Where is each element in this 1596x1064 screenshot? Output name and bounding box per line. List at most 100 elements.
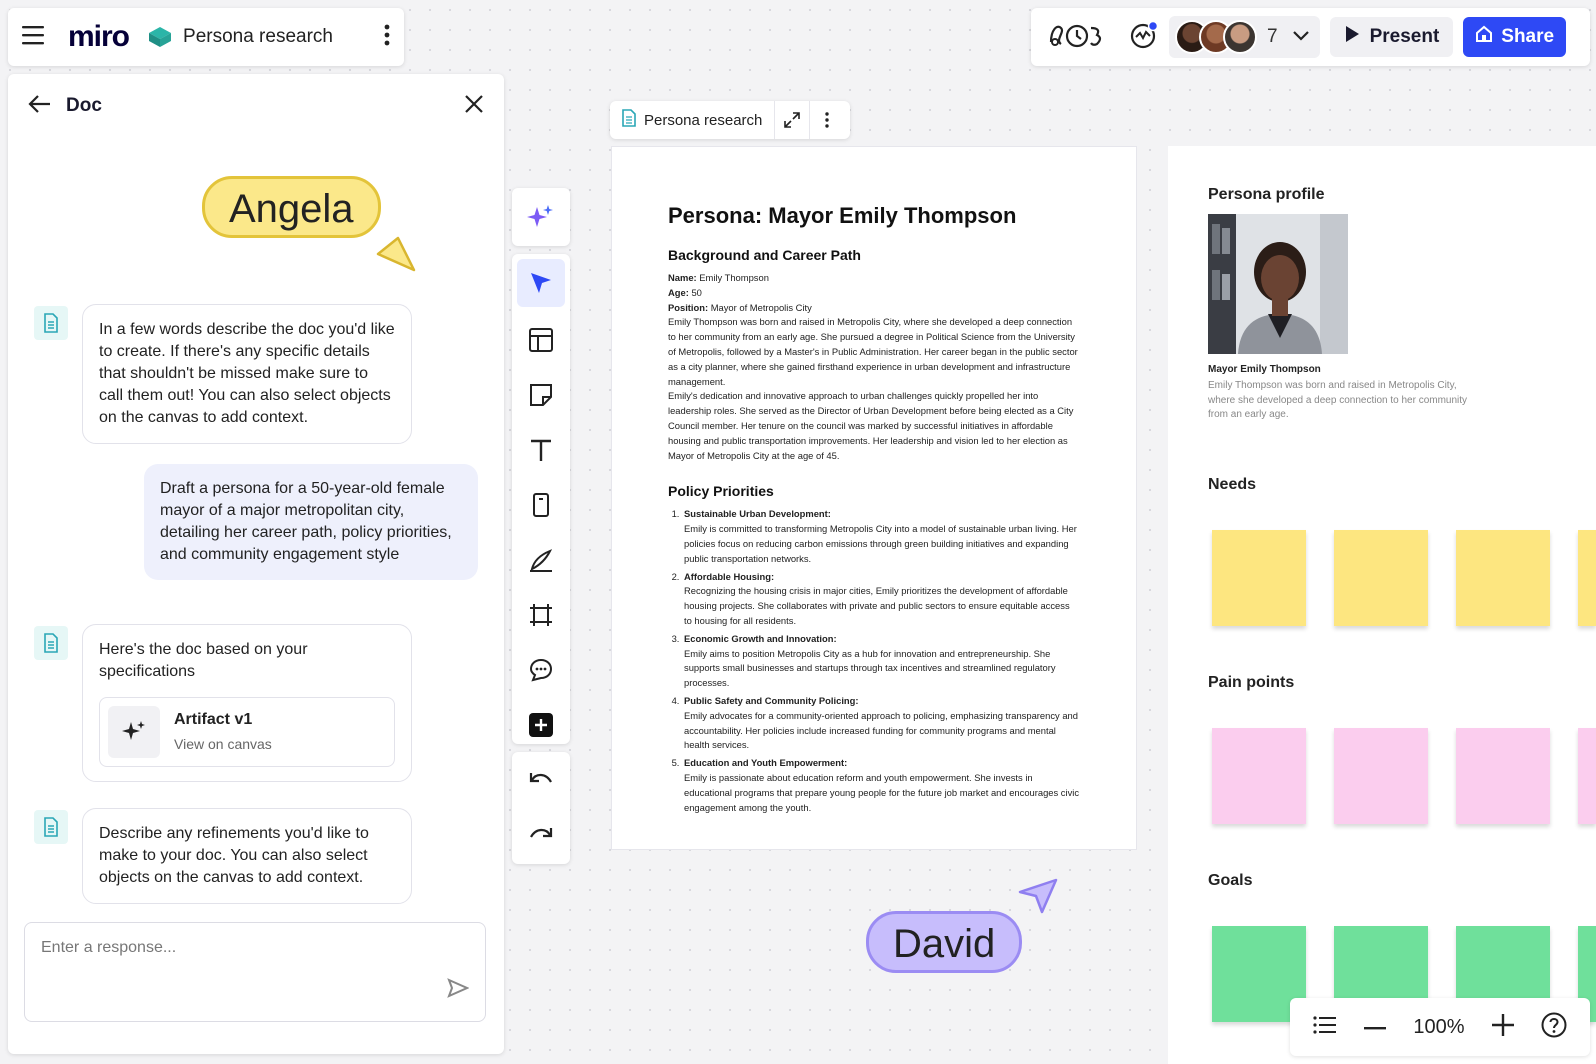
close-icon[interactable] [464,94,484,119]
doc-object-name: Persona research [644,111,763,129]
policy-title: Education and Youth Empowerment: [684,757,848,769]
sticky-note-pain[interactable] [1212,728,1306,824]
activity-chat-icon[interactable] [1129,20,1159,55]
collaborators-list[interactable]: 7 [1169,16,1320,58]
response-input[interactable] [41,939,441,957]
doc-panel-header: Doc [28,90,484,122]
back-arrow-icon[interactable] [28,94,52,119]
doc-field-label: Age: [668,286,689,298]
doc-ai-icon [34,626,68,660]
doc-field-age: Age: 50 [668,286,1080,301]
policy-title: Sustainable Urban Development: [684,508,831,520]
history-tool-group [512,752,570,864]
ai-message: Describe any refinements you'd like to m… [82,808,412,904]
doc-object-header[interactable]: Persona research [610,101,850,139]
main-tool-group [512,254,570,744]
undo-icon[interactable] [512,752,570,807]
expand-icon[interactable] [775,112,809,128]
select-tool[interactable] [512,254,570,312]
doc-field-label: Name: [668,272,697,283]
artifact-title: Artifact v1 [174,711,253,728]
ai-message: Here's the doc based on your specificati… [82,624,412,782]
policy-title: Economic Growth and Innovation: [684,632,837,644]
section-title: Needs [1208,476,1257,493]
doc-section-heading: Background and Career Path [668,247,861,263]
policy-text: Emily advocates for a community-oriented… [684,709,1078,751]
section-title: Goals [1208,872,1253,889]
redo-icon[interactable] [512,807,570,862]
sticky-note-needs[interactable] [1456,530,1550,626]
menu-icon[interactable] [22,25,46,50]
miro-logo: miro [68,20,130,53]
avatar [1223,20,1257,54]
persona-photo[interactable] [1208,214,1348,354]
doc-paragraph: Emily Thompson was born and raised in Me… [668,316,1078,387]
persona-board: Persona profile Mayor Emily Thompson Emi… [1168,146,1596,1064]
doc-field-name: Name: Emily Thompson [668,271,1080,286]
list-icon[interactable] [1313,1015,1337,1040]
policy-item: Education and Youth Empowerment: Emily is… [682,756,1080,815]
help-icon[interactable] [1541,1012,1567,1043]
more-vertical-icon[interactable] [810,112,844,128]
zoom-level[interactable]: 100% [1413,1016,1464,1039]
share-house-icon [1475,25,1493,49]
text-tool[interactable] [512,422,570,477]
policy-item: Public Safety and Community Policing: Emi… [682,694,1080,753]
response-field[interactable] [24,922,486,1022]
policy-title: Affordable Housing: [684,570,775,582]
cursor-arrow-icon [374,234,418,279]
profile-caption-title: Mayor Emily Thompson [1208,364,1321,375]
ai-message-text: Here's the doc based on your specificati… [99,641,308,680]
sticky-note-pain[interactable] [1334,728,1428,824]
sticky-note-needs[interactable] [1212,530,1306,626]
persona-document[interactable]: Persona: Mayor Emily Thompson Background… [611,146,1137,850]
sticky-note-tool[interactable] [512,367,570,422]
present-label: Present [1369,26,1440,47]
doc-paragraph: Emily's dedication and innovative approa… [668,390,1074,461]
sticky-note-pain[interactable] [1578,728,1596,824]
cursor-arrow-icon [1016,876,1060,921]
board-name[interactable]: Persona research [183,26,333,48]
sticky-note-pain[interactable] [1456,728,1550,824]
card-tool[interactable] [512,477,570,532]
zoom-controls: 100% [1290,998,1590,1056]
doc-field-value: Mayor of Metropolis City [710,301,812,313]
sticky-note-needs[interactable] [1578,530,1596,626]
doc-field-label: Position: [668,301,709,313]
section-title: Pain points [1208,674,1295,691]
policy-text: Emily is passionate about education refo… [684,771,1080,813]
doc-panel-title: Doc [66,95,102,116]
zoom-in-icon[interactable] [1491,1013,1514,1041]
send-icon[interactable] [447,978,470,1003]
present-button[interactable]: Present [1329,17,1454,57]
comment-tool[interactable] [512,642,570,697]
artifact-card[interactable]: Artifact v1 View on canvas [99,697,395,767]
doc-ai-icon [34,810,68,844]
policy-item: Economic Growth and Innovation: Emily aim… [682,632,1080,691]
zoom-out-icon[interactable] [1364,1018,1387,1036]
doc-icon [622,108,636,132]
ai-message-text: Describe any refinements you'd like to m… [99,825,369,886]
section-title: Persona profile [1208,186,1325,203]
share-button[interactable]: Share [1463,17,1567,57]
collaborator-count: 7 [1267,26,1278,47]
artifact-subtitle[interactable]: View on canvas [174,733,272,755]
user-message: Draft a persona for a 50-year-old female… [144,464,478,580]
pen-tool[interactable] [512,532,570,587]
sticky-note-needs[interactable] [1334,530,1428,626]
policy-text: Recognizing the housing crisis in major … [684,585,1070,626]
frame-tool[interactable] [512,587,570,642]
policy-item: Affordable Housing: Recognizing the housi… [682,570,1080,629]
board-more-icon[interactable] [384,24,390,51]
policy-text: Emily is committed to transforming Metro… [684,523,1077,564]
templates-tool[interactable] [512,312,570,367]
share-label: Share [1501,26,1555,47]
cursor-label-angela: Angela [202,176,381,238]
profile-caption-text: Emily Thompson was born and raised in Me… [1208,380,1468,420]
policy-item: Sustainable Urban Development: Emily is c… [682,507,1080,566]
reactions-timer-icon[interactable] [1047,20,1105,55]
ai-sparkle-tool[interactable] [512,188,570,246]
more-tools-button[interactable] [512,697,570,752]
creation-toolbar [512,188,570,878]
chevron-down-icon[interactable] [1292,28,1310,46]
